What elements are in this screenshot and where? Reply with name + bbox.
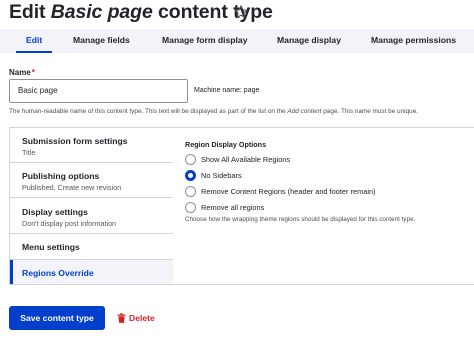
vtab-summary: Published, Create new revision bbox=[22, 183, 122, 192]
page-title-prefix: Edit bbox=[9, 1, 51, 23]
regions-override-pane: Region Display Options Show All Availabl… bbox=[185, 140, 415, 223]
vtab-publishing-options[interactable]: Publishing options Published, Create new… bbox=[10, 163, 173, 198]
tab-manage-form-display[interactable]: Manage form display bbox=[162, 29, 247, 53]
page-title-suffix: content type bbox=[152, 1, 273, 23]
vtab-submission-form-settings[interactable]: Submission form settings Title bbox=[10, 128, 173, 163]
vtab-menu-settings[interactable]: Menu settings bbox=[10, 234, 173, 260]
page-title-type: Basic page bbox=[50, 1, 153, 23]
tab-manage-fields[interactable]: Manage fields bbox=[73, 29, 130, 53]
name-field-label: Name* bbox=[9, 68, 35, 77]
star-icon[interactable] bbox=[233, 4, 249, 20]
radio-label: Show All Available Regions bbox=[201, 155, 291, 164]
radio-button[interactable] bbox=[185, 202, 196, 213]
trash-icon[interactable] bbox=[117, 313, 126, 323]
vtab-title: Display settings bbox=[22, 207, 88, 217]
vtab-summary: Don't display post information bbox=[22, 219, 117, 228]
tab-manage-permissions[interactable]: Manage permissions bbox=[371, 29, 456, 53]
tab-manage-display[interactable]: Manage display bbox=[277, 29, 341, 53]
radio-label: Remove all regions bbox=[201, 203, 265, 212]
required-marker: * bbox=[31, 68, 35, 77]
vtab-title: Submission form settings bbox=[22, 136, 128, 146]
delete-link[interactable]: Delete bbox=[129, 313, 155, 323]
save-content-type-button[interactable]: Save content type bbox=[9, 306, 105, 330]
machine-name: Machine name: page bbox=[194, 87, 260, 94]
region-display-description: Choose how the wrapping theme regions sh… bbox=[185, 216, 416, 223]
vtab-summary: Title bbox=[22, 148, 36, 157]
vertical-tabs: Submission form settings Title Publishin… bbox=[9, 127, 474, 285]
vertical-tabs-menu: Submission form settings Title Publishin… bbox=[10, 128, 173, 284]
name-description: The human-readable name of this content … bbox=[9, 108, 419, 115]
vtab-title: Publishing options bbox=[22, 171, 100, 181]
radio-button[interactable] bbox=[185, 186, 196, 197]
vtab-title: Menu settings bbox=[22, 242, 80, 252]
tab-edit[interactable]: Edit bbox=[15, 29, 53, 53]
region-display-title: Region Display Options bbox=[185, 140, 267, 149]
radio-button[interactable] bbox=[185, 154, 196, 165]
vtab-regions-override[interactable]: Regions Override bbox=[10, 260, 173, 284]
primary-tabs: Edit Manage fields Manage form display M… bbox=[0, 29, 474, 53]
name-input[interactable]: Basic page bbox=[9, 79, 188, 103]
radio-label: Remove Content Regions (header and foote… bbox=[201, 187, 376, 196]
radio-label: No Sidebars bbox=[201, 171, 242, 180]
name-label-text: Name bbox=[9, 68, 31, 77]
vtab-display-settings[interactable]: Display settings Don't display post info… bbox=[10, 198, 173, 234]
vtab-title: Regions Override bbox=[22, 268, 94, 278]
radio-button-checked[interactable] bbox=[185, 170, 196, 181]
